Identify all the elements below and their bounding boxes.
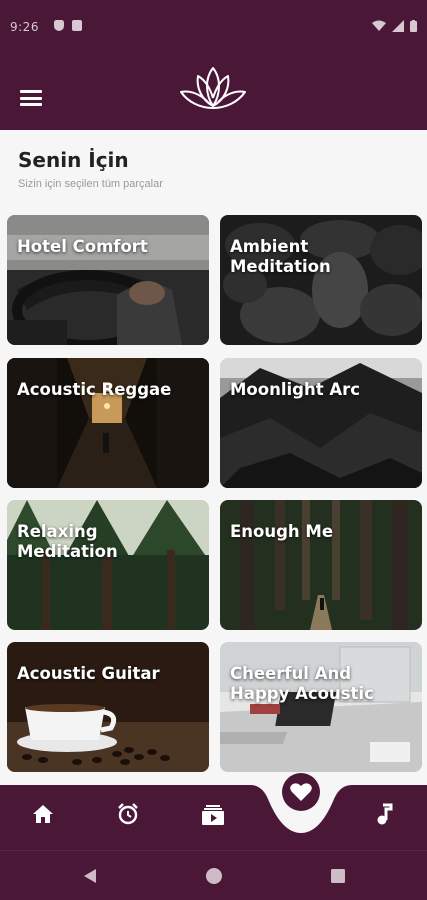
- status-notification-icons: [54, 20, 82, 31]
- menu-button[interactable]: [20, 90, 42, 106]
- recents-icon[interactable]: [328, 866, 348, 886]
- nav-playlist[interactable]: [196, 797, 230, 831]
- track-card-ambient-meditation[interactable]: Ambient Meditation: [220, 215, 422, 345]
- track-title: Cheerful And Happy Acoustic: [230, 664, 374, 703]
- main-content: Senin İçin Sizin için seçilen tüm parçal…: [0, 130, 427, 785]
- track-image: [7, 642, 209, 772]
- track-card-moonlight-arc[interactable]: Moonlight Arc: [220, 358, 422, 488]
- back-icon[interactable]: [80, 866, 100, 886]
- home-circle-icon[interactable]: [204, 866, 224, 886]
- track-image: [220, 642, 422, 772]
- status-system-icons: [372, 20, 417, 32]
- track-card-acoustic-reggae[interactable]: Acoustic Reggae: [7, 358, 209, 488]
- track-title: Acoustic Guitar: [17, 664, 160, 683]
- alarm-icon: [118, 803, 138, 825]
- nav-favorites[interactable]: [282, 773, 320, 811]
- lotus-logo-icon: [180, 67, 246, 109]
- playlist-icon: [202, 805, 224, 825]
- track-title: Moonlight Arc: [230, 380, 361, 399]
- track-image: [7, 500, 209, 630]
- track-card-relaxing-meditation[interactable]: Relaxing Meditation: [7, 500, 209, 630]
- track-image: [7, 358, 209, 488]
- nav-home[interactable]: [26, 797, 60, 831]
- signal-icon: [392, 20, 404, 32]
- track-title: Relaxing Meditation: [17, 522, 118, 561]
- music-note-icon: [377, 803, 393, 825]
- track-image: [220, 215, 422, 345]
- app-header: [0, 40, 427, 130]
- menu-bar: [20, 90, 42, 93]
- track-card-cheerful-and-happy-acoustic[interactable]: Cheerful And Happy Acoustic: [220, 642, 422, 772]
- home-icon: [33, 805, 53, 823]
- track-card-acoustic-guitar[interactable]: Acoustic Guitar: [7, 642, 209, 772]
- heart-icon: [290, 783, 312, 801]
- section-subtitle: Sizin için seçilen tüm parçalar: [18, 178, 163, 190]
- menu-bar: [20, 96, 42, 100]
- nav-music[interactable]: [367, 797, 401, 831]
- track-image: [220, 500, 422, 630]
- status-time: 9:26: [10, 20, 39, 34]
- menu-bar: [20, 103, 42, 106]
- track-title: Ambient Meditation: [230, 237, 331, 276]
- track-card-hotel-comfort[interactable]: Hotel Comfort: [7, 215, 209, 345]
- track-title: Enough Me: [230, 522, 334, 541]
- shield-icon: [54, 20, 64, 31]
- battery-icon: [410, 20, 417, 32]
- track-title: Hotel Comfort: [17, 237, 148, 256]
- nav-alarm[interactable]: [111, 797, 145, 831]
- section-title: Senin İçin: [18, 148, 129, 172]
- track-title: Acoustic Reggae: [17, 380, 172, 399]
- track-card-enough-me[interactable]: Enough Me: [220, 500, 422, 630]
- bottom-nav: [0, 773, 427, 850]
- track-image: [220, 358, 422, 488]
- sim-card-icon: [72, 20, 82, 31]
- wifi-icon: [372, 20, 386, 31]
- track-image: [7, 215, 209, 345]
- status-bar: 9:26: [0, 0, 427, 40]
- system-nav-bar: [0, 850, 427, 900]
